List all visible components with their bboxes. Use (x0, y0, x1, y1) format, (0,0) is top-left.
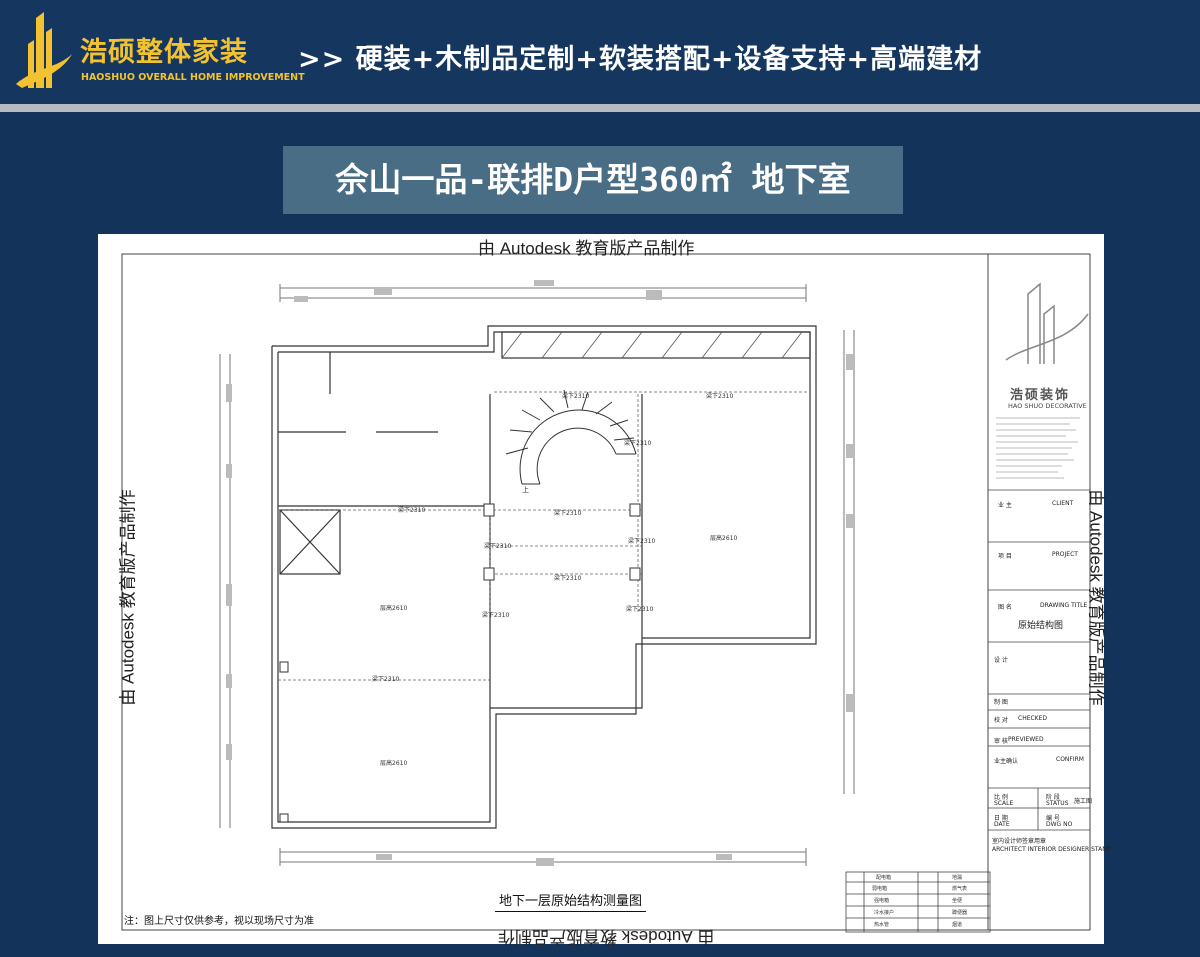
tb-stamp-en: ARCHITECT INTERIOR DESIGNER STAMP (992, 846, 1112, 853)
tb-date-en: DATE (994, 821, 1010, 828)
tb-scale-en: SCALE (994, 800, 1014, 807)
tb-confirm-label: 业主确认 (994, 758, 1019, 765)
tb-check-en: CHECKED (1018, 715, 1048, 722)
watermark-bottom: 由 Autodesk 教育版产品制作 (498, 927, 715, 946)
services-tagline: >> 硬装+木制品定制+软装搭配+设备支持+高端建材 (298, 44, 983, 75)
tb-drawing-title-en: DRAWING TITLE (1040, 602, 1088, 609)
height-label: 层高2610 (380, 760, 408, 767)
title-banner: 佘山一品-联排D户型360㎡ 地下室 (283, 146, 903, 214)
plan-caption: 地下一层原始结构测量图 (495, 890, 647, 912)
beam-label: 梁下2310 (482, 612, 510, 619)
floor-plan-drawing: 上 (121, 253, 1091, 933)
legend-item: 冷水接户 (874, 910, 895, 916)
legend-item: 坐便 (952, 898, 963, 904)
tb-review-en: PREVIEWED (1008, 736, 1044, 743)
tb-client-en: CLIENT (1052, 500, 1074, 507)
tb-review-label: 审 核 (994, 738, 1008, 745)
beam-label: 梁下2310 (398, 507, 426, 514)
title-block-company: 浩硕装饰 (1010, 388, 1071, 403)
height-label: 层高2610 (710, 535, 738, 542)
legend-item: 弱电箱 (872, 886, 888, 892)
beam-label: 梁下2310 (372, 676, 400, 683)
watermark-top: 由 Autodesk 教育版产品制作 (478, 239, 695, 258)
tb-stage-en: STATUS (1046, 800, 1069, 807)
title-block-company-en: HAO SHUO DECORATIVE (1008, 402, 1087, 410)
stair-up-mark: 上 (522, 485, 529, 494)
page-title: 佘山一品-联排D户型360㎡ 地下室 (335, 160, 851, 199)
beam-label: 梁下2310 (562, 393, 590, 400)
title-block-logo-icon (1005, 282, 1089, 364)
beam-label: 梁下2310 (484, 543, 512, 550)
tb-stamp-label: 室内设计师签章用章 (992, 838, 1047, 845)
legend-item: 燃气表 (952, 886, 968, 892)
tb-confirm-en: CONFIRM (1056, 756, 1084, 763)
tb-number-en: DWG NO (1046, 821, 1073, 828)
watermark-left: 由 Autodesk 教育版产品制作 (118, 489, 138, 706)
tb-draw-label: 制 图 (994, 699, 1008, 706)
legend-item: 热水管 (874, 922, 890, 928)
beam-label: 梁下2310 (706, 393, 734, 400)
legend-item: 配电箱 (876, 875, 892, 881)
tb-stage-value: 施工图 (1074, 798, 1093, 805)
beam-label: 梁下2310 (628, 538, 656, 545)
header-bar: 浩硕整体家装 HAOSHUO OVERALL HOME IMPROVEMENT … (0, 0, 1200, 104)
tb-drawing-title-value: 原始结构图 (1018, 621, 1064, 631)
dimension-note: 注：图上尺寸仅供参考，视以现场尺寸为准 (124, 916, 314, 927)
tb-check-label: 校 对 (994, 717, 1008, 724)
beam-label: 梁下2310 (624, 440, 652, 447)
legend-item: 烟道 (952, 922, 963, 928)
legend-item: 强电箱 (874, 898, 890, 904)
height-label: 层高2610 (380, 605, 408, 612)
tb-client-label: 业 主 (998, 502, 1012, 509)
beam-label: 梁下2310 (554, 510, 582, 517)
beam-label: 梁下2310 (554, 575, 582, 582)
tb-design-label: 设 计 (994, 657, 1008, 664)
tb-project-label: 项 目 (998, 553, 1012, 560)
legend-item: 地漏 (952, 875, 963, 881)
brand-name: 浩硕整体家装 (80, 37, 248, 68)
tb-project-en: PROJECT (1052, 551, 1078, 558)
watermark-right: 由 Autodesk 教育版产品制作 (1086, 489, 1106, 706)
legend-item: 蹲便器 (952, 910, 968, 916)
tb-drawing-title-label: 图 名 (998, 604, 1012, 611)
header-divider (0, 104, 1200, 112)
building-logo-icon (16, 12, 72, 88)
brand-subtitle: HAOSHUO OVERALL HOME IMPROVEMENT (81, 72, 305, 83)
beam-label: 梁下2310 (626, 606, 654, 613)
